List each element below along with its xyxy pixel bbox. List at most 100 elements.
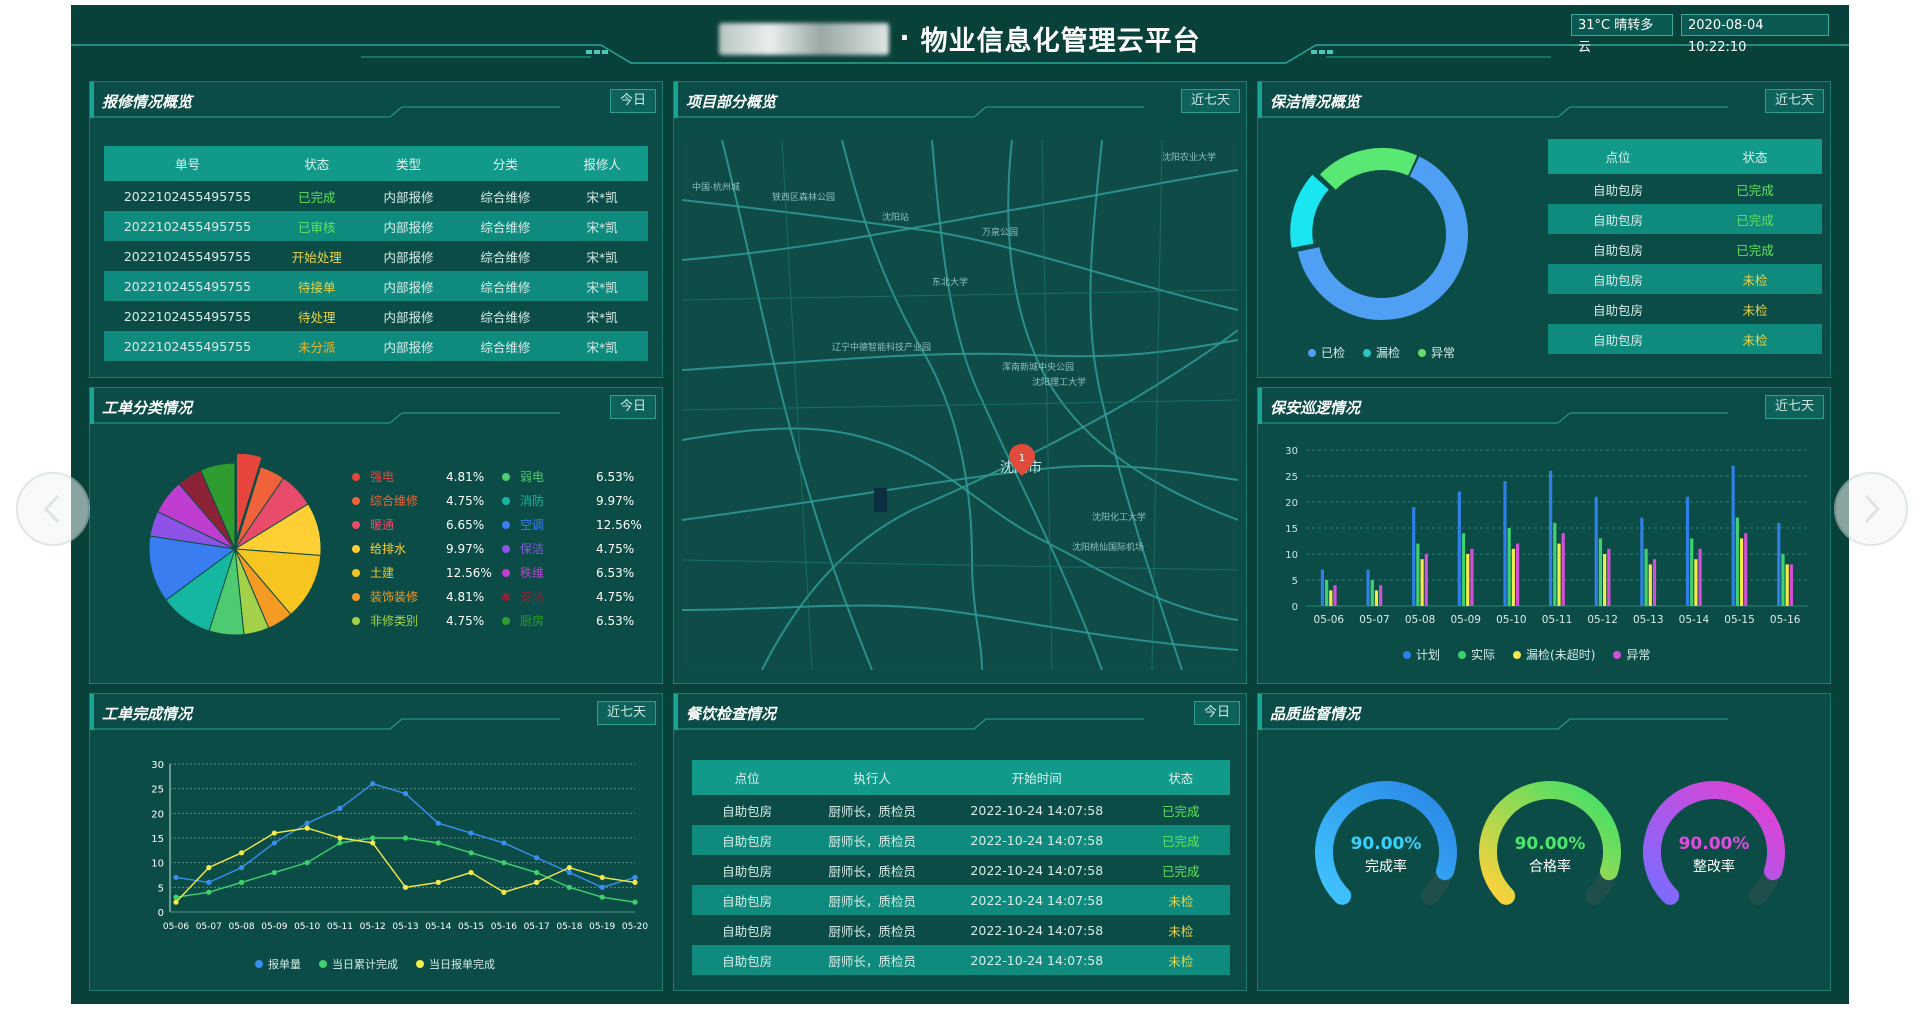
data-point[interactable] xyxy=(435,879,441,885)
data-point[interactable] xyxy=(468,830,474,836)
legend-item[interactable]: 已检 xyxy=(1308,344,1345,361)
data-point[interactable] xyxy=(435,820,441,826)
bar[interactable] xyxy=(1731,465,1735,606)
bar[interactable] xyxy=(1607,548,1611,606)
bar[interactable] xyxy=(1412,507,1416,606)
data-point[interactable] xyxy=(206,879,212,885)
carousel-next-button[interactable] xyxy=(1834,472,1908,546)
data-point[interactable] xyxy=(173,874,179,881)
table-row[interactable]: 自助包房 厨师长，质检员 2022-10-24 14:07:58 未检 xyxy=(692,885,1230,915)
bar[interactable] xyxy=(1515,543,1520,606)
range-button[interactable]: 近七天 xyxy=(1764,395,1824,419)
data-point[interactable] xyxy=(534,869,540,876)
bar[interactable] xyxy=(1325,580,1329,606)
data-point[interactable] xyxy=(304,825,310,831)
legend-item[interactable]: 暖通 6.65% xyxy=(352,516,484,533)
data-point[interactable] xyxy=(238,850,245,856)
data-point[interactable] xyxy=(468,869,474,876)
carousel-prev-button[interactable] xyxy=(16,472,90,546)
data-point[interactable] xyxy=(304,820,310,826)
legend-item[interactable]: 消防 9.97% xyxy=(502,492,634,509)
city-map[interactable]: 中国·杭州城铁西区森林公园沈阳站万泉公园东北大学浑南新城中央公园沈阳理工大学 辽宁… xyxy=(682,140,1238,670)
bar[interactable] xyxy=(1416,543,1420,606)
data-point[interactable] xyxy=(206,865,212,871)
bar[interactable] xyxy=(1370,580,1374,606)
bar[interactable] xyxy=(1789,564,1793,606)
bar[interactable] xyxy=(1466,554,1470,606)
data-point[interactable] xyxy=(173,894,179,900)
range-button[interactable]: 近七天 xyxy=(1764,89,1824,113)
data-point[interactable] xyxy=(501,840,507,846)
bar[interactable] xyxy=(1735,517,1739,606)
table-row[interactable]: 自助包房 已完成 xyxy=(1548,204,1822,234)
bar[interactable] xyxy=(1333,585,1337,606)
table-row[interactable]: 自助包房 已完成 xyxy=(1548,234,1822,264)
data-point[interactable] xyxy=(370,781,376,787)
legend-item[interactable]: 给排水 9.97% xyxy=(352,540,484,557)
legend-item[interactable]: 计划 xyxy=(1403,646,1440,663)
data-point[interactable] xyxy=(402,884,409,890)
data-point[interactable] xyxy=(566,869,573,876)
legend-item[interactable]: 当日报单完成 xyxy=(416,956,495,972)
data-point[interactable] xyxy=(402,835,409,841)
table-row[interactable]: 2022102455495755 未分派 内部报修 综合维修 宋*凯 xyxy=(104,331,648,361)
bar[interactable] xyxy=(1690,538,1694,606)
bar[interactable] xyxy=(1553,522,1557,606)
legend-item[interactable]: 报单量 xyxy=(255,956,301,972)
data-point[interactable] xyxy=(501,860,507,866)
legend-item[interactable]: 土建 12.56% xyxy=(352,564,492,581)
legend-item[interactable]: 异常 xyxy=(1418,344,1455,361)
legend-item[interactable]: 综合维修 4.75% xyxy=(352,492,484,509)
table-row[interactable]: 自助包房 厨师长，质检员 2022-10-24 14:07:58 已完成 xyxy=(692,855,1230,885)
bar[interactable] xyxy=(1503,481,1507,606)
bar[interactable] xyxy=(1598,538,1603,606)
data-point[interactable] xyxy=(238,879,245,885)
bar[interactable] xyxy=(1329,590,1333,606)
table-row[interactable]: 自助包房 未检 xyxy=(1548,294,1822,324)
bar[interactable] xyxy=(1366,569,1370,606)
data-point[interactable] xyxy=(337,835,343,841)
table-row[interactable]: 自助包房 厨师长，质检员 2022-10-24 14:07:58 未检 xyxy=(692,915,1230,945)
bar[interactable] xyxy=(1379,585,1383,606)
legend-item[interactable]: 厨房 6.53% xyxy=(502,612,634,629)
bar[interactable] xyxy=(1744,533,1748,606)
data-point[interactable] xyxy=(501,889,507,895)
legend-item[interactable]: 安防 4.75% xyxy=(502,588,634,605)
donut-slice[interactable] xyxy=(1290,174,1330,248)
bar[interactable] xyxy=(1694,559,1698,606)
bar[interactable] xyxy=(1777,522,1781,606)
legend-item[interactable]: 当日累计完成 xyxy=(319,956,398,972)
data-point[interactable] xyxy=(632,874,638,881)
bar[interactable] xyxy=(1457,491,1461,606)
range-button[interactable]: 今日 xyxy=(609,395,656,419)
bar[interactable] xyxy=(1470,548,1474,606)
donut-slice[interactable] xyxy=(1319,148,1418,191)
legend-item[interactable]: 弱电 6.53% xyxy=(502,468,634,485)
bar[interactable] xyxy=(1320,569,1325,606)
range-button[interactable]: 近七天 xyxy=(1180,89,1240,113)
bar[interactable] xyxy=(1652,559,1657,606)
data-point[interactable] xyxy=(632,899,638,905)
data-point[interactable] xyxy=(271,830,277,836)
bar[interactable] xyxy=(1374,590,1379,606)
data-point[interactable] xyxy=(599,884,605,890)
data-point[interactable] xyxy=(173,899,179,905)
legend-item[interactable]: 强电 4.81% xyxy=(352,468,484,485)
table-row[interactable]: 自助包房 厨师长，质检员 2022-10-24 14:07:58 已完成 xyxy=(692,825,1230,855)
range-button[interactable]: 近七天 xyxy=(596,701,656,725)
data-point[interactable] xyxy=(206,889,212,895)
bar[interactable] xyxy=(1420,559,1424,606)
bar[interactable] xyxy=(1781,554,1785,606)
donut-slice[interactable] xyxy=(1297,156,1468,320)
bar[interactable] xyxy=(1685,496,1690,606)
data-point[interactable] xyxy=(435,840,441,846)
bar[interactable] xyxy=(1644,548,1648,606)
data-point[interactable] xyxy=(566,884,573,890)
legend-item[interactable]: 秩维 6.53% xyxy=(502,564,634,581)
bar[interactable] xyxy=(1507,528,1511,606)
data-point[interactable] xyxy=(534,855,540,861)
bar[interactable] xyxy=(1648,564,1652,606)
bar[interactable] xyxy=(1424,554,1428,606)
data-point[interactable] xyxy=(271,840,277,846)
table-row[interactable]: 自助包房 未检 xyxy=(1548,264,1822,294)
